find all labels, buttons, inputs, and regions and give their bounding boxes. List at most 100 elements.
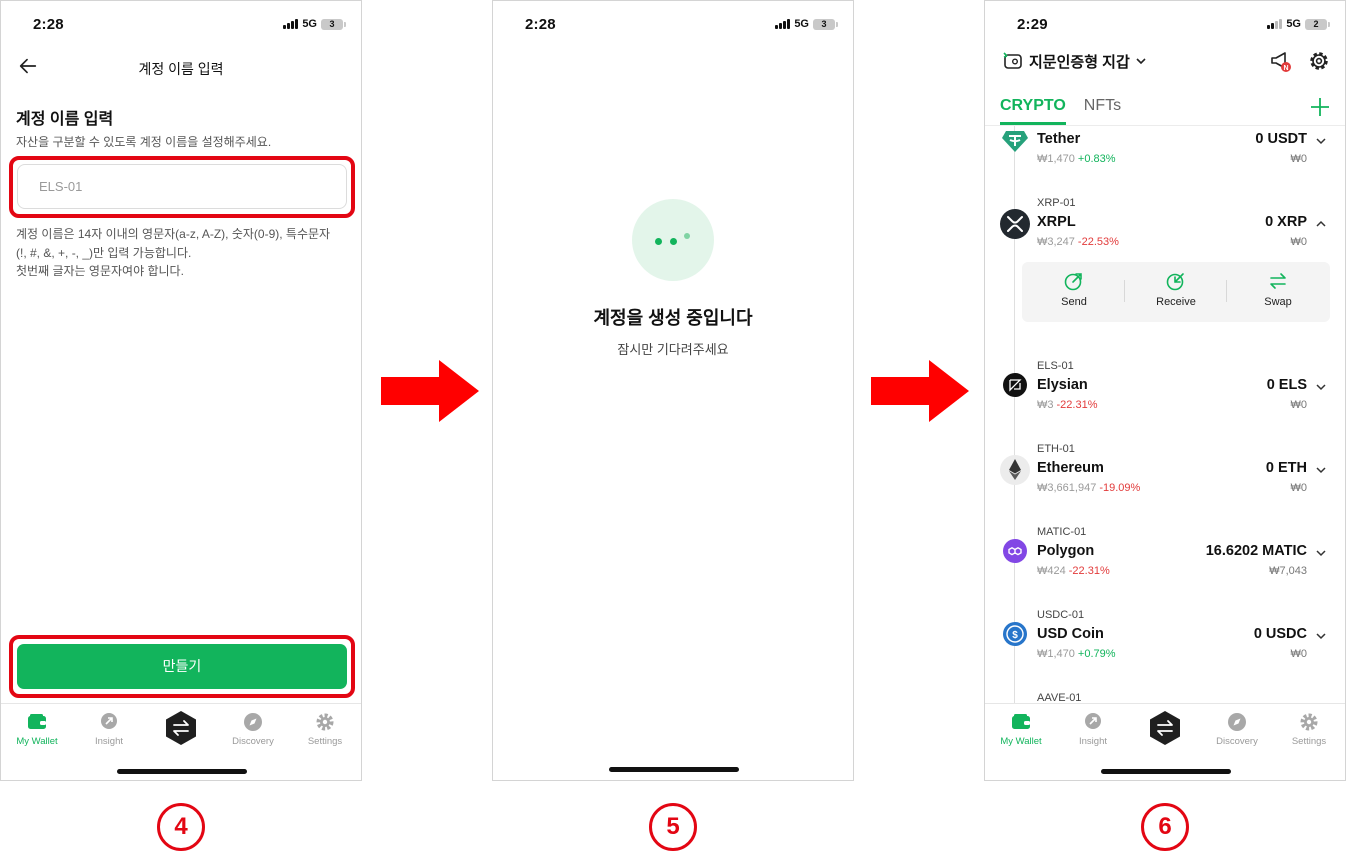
ethereum-icon bbox=[1000, 455, 1030, 485]
asset-account-id: XRP-01 bbox=[1037, 197, 1076, 209]
compass-icon bbox=[1228, 713, 1246, 731]
swap-button[interactable]: Swap bbox=[1238, 270, 1318, 308]
status-time: 2:28 bbox=[525, 16, 556, 33]
asset-price: ₩1,470 +0.83% bbox=[1037, 153, 1116, 165]
bottom-tab-bar: My Wallet Insight Discovery Settings bbox=[985, 703, 1345, 780]
tab-label: My Wallet bbox=[16, 736, 58, 747]
wallet-icon bbox=[28, 714, 46, 729]
swap-hub-icon[interactable] bbox=[1147, 710, 1183, 746]
fingerprint-wallet-icon bbox=[1003, 52, 1022, 69]
polygon-icon bbox=[1003, 539, 1027, 563]
network-label: 5G bbox=[1286, 18, 1301, 30]
phone-screen-wallet: 2:29 5G 2 지문인증형 지갑 N CRYPTO NFTs Tether … bbox=[984, 0, 1346, 781]
step-arrow-icon bbox=[381, 360, 479, 422]
svg-text:N: N bbox=[1283, 65, 1288, 72]
send-button[interactable]: Send bbox=[1034, 270, 1114, 308]
asset-row-usdc[interactable]: USDC-01 $ USD Coin ₩1,470 +0.79% 0 USDC ₩… bbox=[985, 609, 1345, 669]
chevron-down-icon[interactable] bbox=[1315, 464, 1327, 476]
chevron-down-icon[interactable] bbox=[1315, 135, 1327, 147]
megaphone-notice-icon[interactable]: N bbox=[1269, 49, 1293, 73]
chevron-down-icon[interactable] bbox=[1315, 547, 1327, 559]
asset-price: ₩424 -22.31% bbox=[1037, 565, 1110, 577]
step-number-badge: 6 bbox=[1141, 803, 1189, 851]
home-indicator bbox=[117, 769, 247, 774]
tab-discovery[interactable]: Discovery bbox=[1201, 712, 1273, 747]
chevron-down-icon[interactable] bbox=[1315, 381, 1327, 393]
asset-fiat-value: ₩0 bbox=[1290, 648, 1308, 660]
asset-account-id: MATIC-01 bbox=[1037, 526, 1087, 538]
asset-row-polygon[interactable]: MATIC-01 Polygon ₩424 -22.31% 16.6202 MAT… bbox=[985, 526, 1345, 586]
signal-icon bbox=[283, 19, 299, 29]
asset-change: +0.79% bbox=[1077, 648, 1116, 660]
chevron-down-icon[interactable] bbox=[1315, 630, 1327, 642]
lightbulb-icon bbox=[101, 713, 117, 729]
asset-change: +0.83% bbox=[1077, 153, 1116, 165]
create-button[interactable]: 만들기 bbox=[17, 644, 347, 689]
tab-insight[interactable]: Insight bbox=[73, 712, 145, 747]
tab-discovery[interactable]: Discovery bbox=[217, 712, 289, 747]
step-arrow-icon bbox=[871, 360, 969, 422]
battery-icon: 3 bbox=[813, 18, 838, 30]
xrp-icon bbox=[1000, 209, 1030, 239]
asset-name: XRPL bbox=[1037, 214, 1076, 230]
usdc-icon: $ bbox=[1003, 622, 1027, 646]
status-bar: 2:28 5G 3 bbox=[1, 1, 361, 45]
status-bar: 2:28 5G 3 bbox=[493, 1, 853, 45]
tab-label: Discovery bbox=[1216, 736, 1258, 747]
asset-fiat-value: ₩0 bbox=[1290, 153, 1308, 165]
asset-balance: 0 ETH bbox=[1265, 460, 1307, 476]
asset-list: Tether ₩1,470 +0.83% 0 USDT ₩0 XRP-01 XRP… bbox=[985, 126, 1345, 703]
gear-icon bbox=[1300, 713, 1318, 731]
asset-account-id: ELS-01 bbox=[1037, 360, 1074, 372]
asset-price: ₩3 -22.31% bbox=[1037, 399, 1098, 411]
tab-settings[interactable]: Settings bbox=[1273, 712, 1345, 747]
asset-change: -22.31% bbox=[1068, 565, 1110, 577]
help-line: 계정 이름은 14자 이내의 영문자(a-z, A-Z), 숫자(0-9), 특… bbox=[16, 227, 331, 241]
battery-icon: 3 bbox=[321, 18, 346, 30]
step-number-badge: 5 bbox=[649, 803, 697, 851]
wallet-selector[interactable]: 지문인증형 지갑 bbox=[1001, 49, 1148, 73]
input-help-text: 계정 이름은 14자 이내의 영문자(a-z, A-Z), 숫자(0-9), 특… bbox=[16, 225, 351, 281]
asset-name: Ethereum bbox=[1037, 460, 1104, 476]
asset-price: ₩3,247 -22.53% bbox=[1037, 236, 1119, 248]
receive-button[interactable]: Receive bbox=[1136, 270, 1216, 308]
receive-icon bbox=[1166, 273, 1184, 291]
home-indicator bbox=[1101, 769, 1231, 774]
tab-label: Insight bbox=[95, 736, 123, 747]
tab-settings[interactable]: Settings bbox=[289, 712, 361, 747]
elysian-icon bbox=[1003, 373, 1027, 397]
asset-fiat-value: ₩0 bbox=[1290, 399, 1308, 411]
home-indicator bbox=[609, 767, 739, 772]
tab-label: Insight bbox=[1079, 736, 1107, 747]
asset-price: ₩3,661,947 -19.09% bbox=[1037, 482, 1141, 494]
swap-label: Swap bbox=[1264, 296, 1292, 308]
asset-tabs: CRYPTO NFTs bbox=[1000, 97, 1121, 115]
asset-price: ₩1,470 +0.79% bbox=[1037, 648, 1116, 660]
chevron-up-icon[interactable] bbox=[1315, 218, 1327, 230]
header-title: 계정 이름 입력 bbox=[138, 61, 224, 77]
asset-row-ethereum[interactable]: ETH-01 Ethereum ₩3,661,947 -19.09% 0 ETH … bbox=[985, 443, 1345, 503]
gear-icon bbox=[316, 713, 334, 731]
tab-my-wallet[interactable]: My Wallet bbox=[1, 712, 73, 747]
asset-row-aave[interactable]: AAVE-01 bbox=[985, 692, 1345, 703]
asset-row-tether[interactable]: Tether ₩1,470 +0.83% 0 USDT ₩0 bbox=[985, 126, 1345, 186]
tab-crypto[interactable]: CRYPTO bbox=[1000, 97, 1066, 115]
svg-text:$: $ bbox=[1012, 630, 1018, 641]
tab-label: Discovery bbox=[232, 736, 274, 747]
network-label: 5G bbox=[794, 18, 809, 30]
gear-icon[interactable] bbox=[1307, 49, 1331, 73]
asset-row-elysian[interactable]: ELS-01 Elysian ₩3 -22.31% 0 ELS ₩0 bbox=[985, 360, 1345, 420]
battery-icon: 2 bbox=[1305, 18, 1330, 30]
add-asset-icon[interactable] bbox=[1309, 96, 1331, 118]
asset-balance: 0 ELS bbox=[1266, 377, 1307, 393]
help-line: (!, #, &, +, -, _)만 입력 가능합니다. bbox=[16, 245, 192, 260]
asset-row-xrp[interactable]: XRP-01 XRPL ₩3,247 -22.53% 0 XRP ₩0 bbox=[985, 197, 1345, 257]
swap-hub-icon[interactable] bbox=[163, 710, 199, 746]
account-name-input[interactable] bbox=[17, 164, 347, 209]
phone-screen-creating-account: 2:28 5G 3 계정을 생성 중입니다 잠시만 기다려주세요 bbox=[492, 0, 854, 781]
tab-insight[interactable]: Insight bbox=[1057, 712, 1129, 747]
asset-name: USD Coin bbox=[1037, 626, 1104, 642]
tab-my-wallet[interactable]: My Wallet bbox=[985, 712, 1057, 747]
swap-icon bbox=[1270, 273, 1286, 289]
tab-nfts[interactable]: NFTs bbox=[1084, 97, 1121, 115]
